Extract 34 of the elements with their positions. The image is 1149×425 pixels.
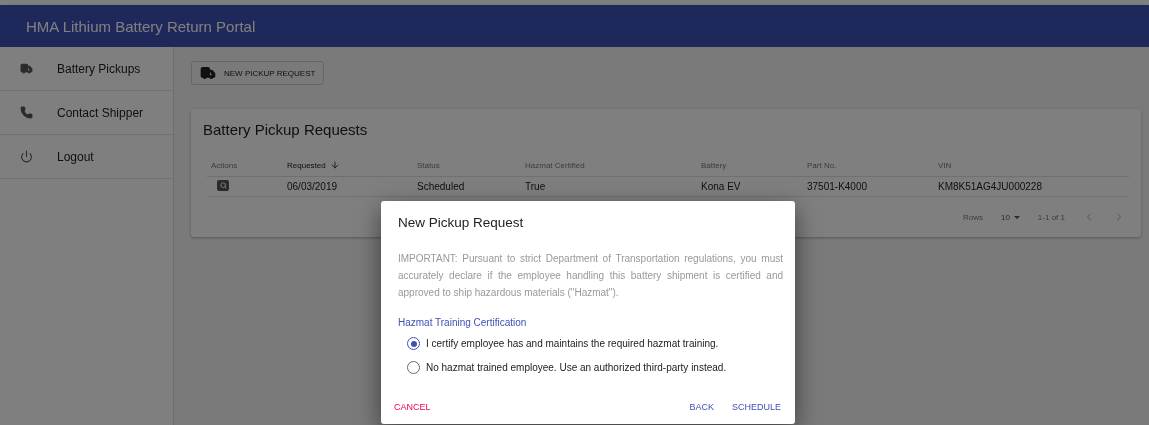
option-label: No hazmat trained employee. Use an authorized third-party instead.	[426, 362, 727, 373]
group-label: Hazmat Training Certification	[398, 317, 528, 328]
column-header: Actions	[207, 160, 283, 177]
power-icon	[20, 150, 33, 163]
sidebar-item[interactable]: Logout	[0, 135, 173, 179]
column-header[interactable]: Requested	[283, 160, 413, 177]
dialog-title: New Pickup Request	[398, 215, 525, 230]
schedule-button[interactable]: SCHEDULE	[730, 400, 783, 414]
column-header[interactable]: VIN	[934, 160, 1129, 177]
sidebar-item[interactable]: Battery Pickups	[0, 47, 173, 91]
rows-per-page-select[interactable]: 10	[1000, 212, 1020, 222]
table-cell: 37501-K4000	[803, 177, 934, 197]
back-button[interactable]: BACK	[687, 400, 716, 414]
column-header[interactable]: Hazmat Certified	[521, 160, 697, 177]
notice-text: IMPORTANT: Pursuant to strict Department of Transportation regulations, you must accurately declare if the employee handling this battery shipment is certified and approved to ship hazardous materials ("Hazmat").	[398, 252, 783, 300]
table-cell: True	[521, 177, 697, 197]
cancel-button[interactable]: CANCEL	[392, 400, 433, 414]
table-cell: Scheduled	[413, 177, 521, 197]
column-header[interactable]: Battery	[697, 160, 803, 177]
card-title: Battery Pickup Requests	[203, 121, 369, 138]
phone-icon	[20, 106, 33, 119]
truck-icon	[20, 62, 33, 75]
column-header[interactable]: Part No.	[803, 160, 934, 177]
option-label: I certify employee has and maintains the required hazmat training.	[426, 338, 719, 349]
table-cell: KM8K51AG4JU000228	[934, 177, 1129, 197]
new-pickup-request-button[interactable]: NEW PICKUP REQUEST	[191, 61, 325, 85]
view-button[interactable]	[217, 180, 229, 191]
sort-arrow-icon	[329, 160, 340, 170]
table-cell: 06/03/2019	[283, 177, 413, 197]
app-title: HMA Lithium Battery Return Portal	[26, 17, 256, 35]
sidebar-item[interactable]: Contact Shipper	[0, 91, 173, 135]
table-cell: Kona EV	[697, 177, 803, 197]
rows-label: Rows	[962, 212, 983, 222]
truck-icon	[200, 65, 216, 81]
